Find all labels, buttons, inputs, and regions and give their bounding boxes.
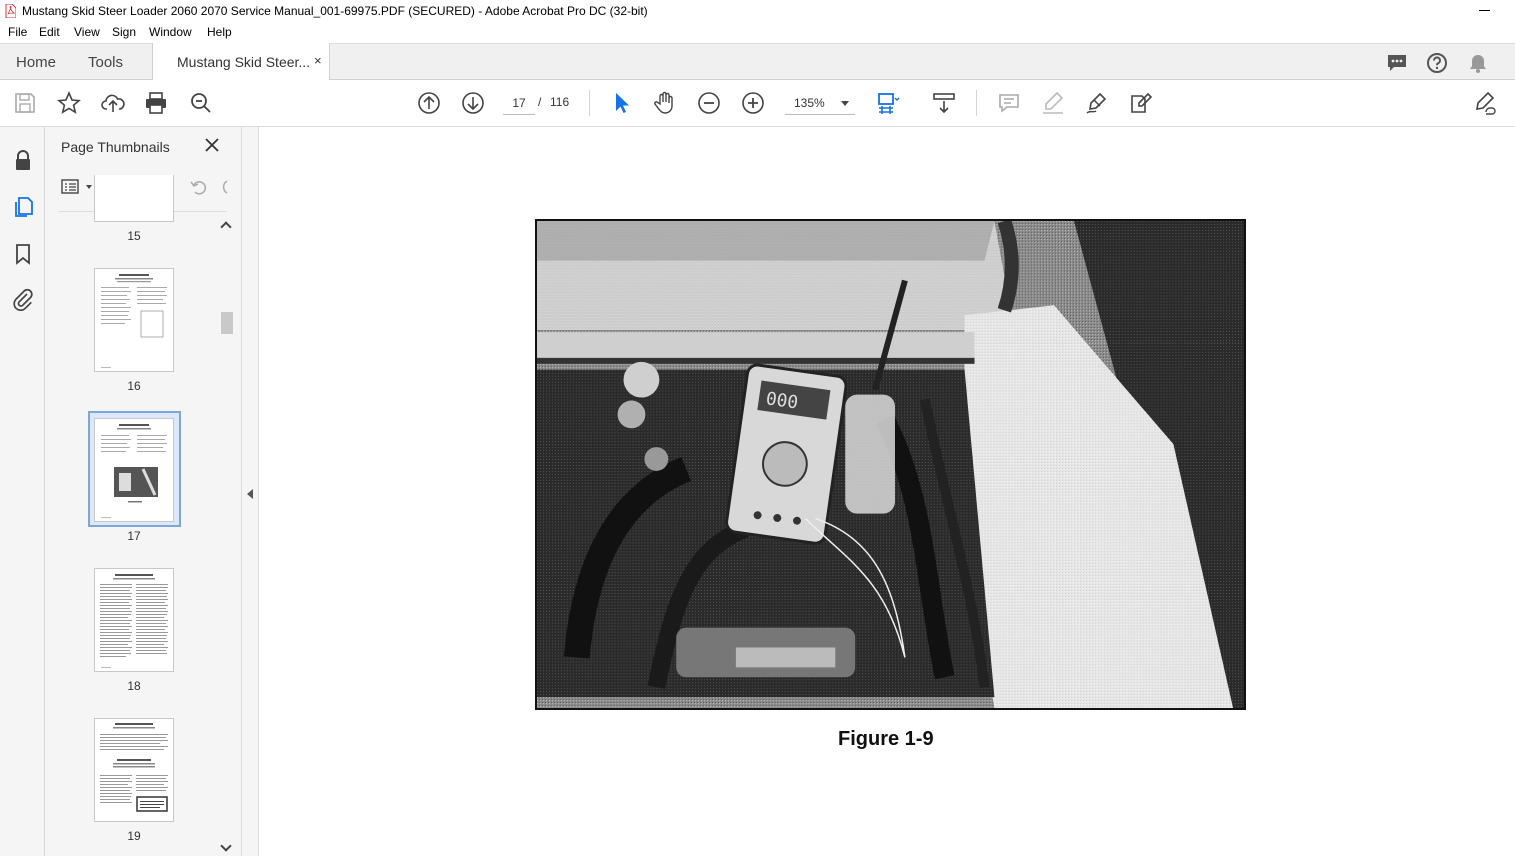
chevron-up-icon[interactable] xyxy=(220,221,232,233)
upload-cloud-icon[interactable] xyxy=(100,90,126,116)
page-thumbnails-icon[interactable] xyxy=(11,195,35,219)
add-comment-icon[interactable] xyxy=(996,90,1022,116)
engine-multimeter-photo: 000 xyxy=(535,219,1246,710)
document-tab-label: Mustang Skid Steer... xyxy=(177,54,311,70)
page-thumbnail-selected[interactable] xyxy=(94,418,174,522)
chevron-down-icon xyxy=(841,101,849,106)
menu-view[interactable]: View xyxy=(74,25,100,39)
page-thumbnail[interactable] xyxy=(94,568,174,672)
page-thumbnail[interactable] xyxy=(94,718,174,822)
zoom-level-value: 135% xyxy=(794,96,825,110)
svg-text:000: 000 xyxy=(765,388,800,413)
left-navigation-rail xyxy=(0,127,45,856)
highlight-pen-icon[interactable] xyxy=(1040,90,1066,116)
tab-tools[interactable]: Tools xyxy=(88,54,123,71)
thumbnail-page-number: 18 xyxy=(127,679,141,693)
share-pen-icon[interactable] xyxy=(1472,90,1498,116)
panel-title: Page Thumbnails xyxy=(61,139,170,155)
page-number-input[interactable]: 17 xyxy=(503,91,535,115)
tab-document[interactable]: Mustang Skid Steer... × xyxy=(152,43,330,80)
close-icon[interactable] xyxy=(204,137,220,153)
toolbar-divider xyxy=(589,90,590,116)
attachment-paperclip-icon[interactable] xyxy=(11,287,35,311)
lock-icon[interactable] xyxy=(11,149,35,173)
rotate-left-icon[interactable] xyxy=(189,177,209,197)
acrobat-icon xyxy=(5,4,16,18)
menu-window[interactable]: Window xyxy=(149,25,192,39)
toolbar: 17 / 116 135% xyxy=(0,80,1515,127)
tab-home[interactable]: Home xyxy=(16,54,56,71)
thumbnail-preview xyxy=(101,274,167,368)
document-view[interactable]: 000 Figure 1-9 xyxy=(259,127,1515,856)
zoom-level-select[interactable]: 135% xyxy=(785,91,855,115)
thumbnail-page-number: 16 xyxy=(127,379,141,393)
hand-tool-icon[interactable] xyxy=(652,90,678,116)
rotate-right-icon[interactable] xyxy=(219,177,229,197)
zoom-search-icon[interactable] xyxy=(188,90,214,116)
panel-splitter[interactable] xyxy=(241,127,259,856)
page-separator: / xyxy=(538,95,542,109)
total-pages: 116 xyxy=(550,95,570,109)
thumbnail-preview xyxy=(101,424,167,518)
collapse-panel-arrow-icon[interactable] xyxy=(247,489,253,499)
fill-sign-icon[interactable] xyxy=(1128,90,1154,116)
page-thumbnail[interactable] xyxy=(94,175,174,222)
draw-freeform-icon[interactable] xyxy=(1084,90,1110,116)
menu-edit[interactable]: Edit xyxy=(39,25,60,39)
title-bar: Mustang Skid Steer Loader 2060 2070 Serv… xyxy=(0,0,1515,22)
bookmark-icon[interactable] xyxy=(11,242,35,266)
save-icon[interactable] xyxy=(12,90,38,116)
close-tab-button[interactable]: × xyxy=(314,53,322,68)
star-icon[interactable] xyxy=(56,90,82,116)
figure-caption: Figure 1-9 xyxy=(838,728,934,750)
thumbnail-preview xyxy=(100,723,168,812)
thumbnail-page-number: 17 xyxy=(127,529,141,543)
comment-bubble-icon[interactable] xyxy=(1386,52,1408,74)
menu-file[interactable]: File xyxy=(8,25,27,39)
window-title: Mustang Skid Steer Loader 2060 2070 Serv… xyxy=(22,4,648,18)
scroll-mode-icon[interactable] xyxy=(931,90,957,116)
zoom-in-icon[interactable] xyxy=(740,90,766,116)
print-icon[interactable] xyxy=(143,90,169,116)
fit-page-icon[interactable] xyxy=(874,90,900,116)
select-cursor-icon[interactable] xyxy=(608,90,634,116)
menu-help[interactable]: Help xyxy=(207,25,232,39)
next-page-icon[interactable] xyxy=(460,90,486,116)
thumbnail-preview xyxy=(100,574,168,668)
options-menu-icon[interactable] xyxy=(61,179,81,195)
thumbnail-page-number: 19 xyxy=(127,829,141,843)
help-icon[interactable] xyxy=(1426,52,1448,74)
menu-bar: File Edit View Sign Window Help xyxy=(0,22,1515,43)
thumbnail-scrollbar[interactable] xyxy=(219,219,233,856)
notifications-bell-icon[interactable] xyxy=(1467,52,1489,74)
menu-sign[interactable]: Sign xyxy=(112,25,136,39)
minimize-button[interactable] xyxy=(1479,10,1490,11)
page-thumbnails-panel: Page Thumbnails 15 16 17 18 19 xyxy=(45,127,241,856)
toolbar-divider xyxy=(976,90,977,116)
scrollbar-thumb[interactable] xyxy=(221,312,233,334)
tab-bar: Home Tools Mustang Skid Steer... × xyxy=(0,43,1515,80)
chevron-down-icon[interactable] xyxy=(220,840,232,852)
page-thumbnail[interactable] xyxy=(94,268,174,372)
zoom-out-icon[interactable] xyxy=(696,90,722,116)
thumbnail-page-number: 15 xyxy=(127,229,141,243)
previous-page-icon[interactable] xyxy=(416,90,442,116)
chevron-down-icon[interactable] xyxy=(86,185,92,189)
